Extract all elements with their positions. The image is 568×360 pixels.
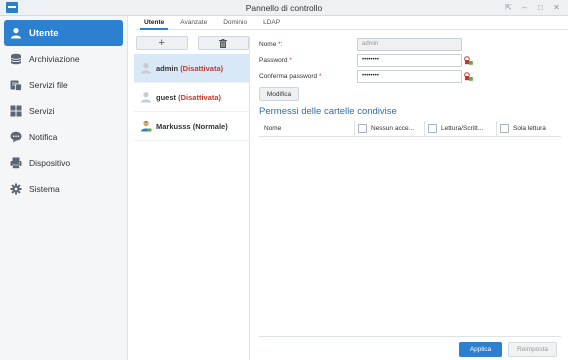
- sidebar-item-dispositivo[interactable]: Dispositivo: [4, 150, 123, 176]
- apply-button[interactable]: Applica: [459, 342, 502, 357]
- user-name: admin: [156, 63, 179, 73]
- col-header-read-write[interactable]: Lettura/Scritt...: [424, 120, 496, 137]
- sidebar-item-archiviazione[interactable]: Archiviazione: [4, 46, 123, 72]
- window-controls: ⇱ – □ ✕: [503, 2, 562, 13]
- permissions-table-header: Nome Nessun acce... Lettura/Scritt... So…: [259, 120, 561, 137]
- col-header-name[interactable]: Nome: [259, 121, 354, 137]
- confirm-password-label: Conferma password *: [259, 72, 322, 80]
- user-icon: [10, 27, 22, 39]
- sidebar-item-label: Sistema: [29, 184, 60, 194]
- delete-user-button[interactable]: [197, 36, 249, 50]
- col-header-no-access[interactable]: Nessun acce...: [354, 120, 424, 137]
- system-icon: [10, 183, 22, 195]
- tab-bar: Utente Avanzate Dominio LDAP: [136, 16, 568, 30]
- no-access-checkbox[interactable]: [358, 124, 367, 133]
- user-status-badge: (Disattivata): [178, 92, 222, 102]
- read-only-checkbox[interactable]: [500, 124, 509, 133]
- sidebar-item-utente[interactable]: Utente: [4, 20, 123, 46]
- sidebar-item-servizi[interactable]: Servizi: [4, 98, 123, 124]
- user-row-guest[interactable]: guest (Disattivata): [134, 83, 249, 112]
- permissions-table: Nome Nessun acce... Lettura/Scritt... So…: [259, 120, 561, 137]
- user-list: admin (Disattivata) guest (Disattivata) …: [134, 54, 249, 141]
- user-name: Markusss: [156, 121, 191, 131]
- device-icon: [10, 157, 22, 169]
- sidebar-item-label: Dispositivo: [29, 158, 71, 168]
- name-row: Nome *: admin: [259, 36, 564, 52]
- trash-icon: [219, 38, 228, 48]
- user-edit-form: Nome *: admin Password * •••••••• Confer…: [259, 36, 564, 117]
- col-header-read-only[interactable]: Sola lettura: [496, 120, 561, 137]
- password-strength-icon: [464, 55, 473, 65]
- user-avatar-icon: [141, 63, 151, 74]
- user-list-pane: + admin (Disattivata) guest (Disattivata…: [134, 36, 250, 360]
- title-bar: Pannello di controllo ⇱ – □ ✕: [0, 0, 568, 16]
- read-write-checkbox[interactable]: [428, 124, 437, 133]
- password-field[interactable]: ••••••••: [357, 53, 462, 67]
- tab-utente[interactable]: Utente: [136, 15, 172, 30]
- tab-ldap[interactable]: LDAP: [255, 15, 288, 29]
- sidebar-item-label: Servizi file: [29, 80, 68, 90]
- user-avatar-icon: [141, 92, 151, 103]
- user-status-badge: (Disattivata): [180, 63, 224, 73]
- user-row-admin[interactable]: admin (Disattivata): [134, 54, 249, 83]
- storage-icon: [10, 53, 22, 65]
- sidebar-item-label: Servizi: [29, 106, 55, 116]
- sidebar-item-notifica[interactable]: Notifica: [4, 124, 123, 150]
- user-status-badge: (Normale): [192, 121, 228, 131]
- pin-icon[interactable]: ⇱: [503, 2, 514, 13]
- sidebar-item-label: Notifica: [29, 132, 58, 142]
- file-services-icon: [10, 79, 22, 91]
- sidebar-item-sistema[interactable]: Sistema: [4, 176, 123, 202]
- user-toolbar: +: [134, 36, 249, 50]
- window-title: Pannello di controllo: [245, 3, 323, 13]
- services-icon: [10, 105, 22, 117]
- tab-dominio[interactable]: Dominio: [215, 15, 255, 29]
- user-avatar-icon: [141, 121, 152, 132]
- sidebar-item-label: Utente: [29, 27, 59, 39]
- footer-divider: [259, 336, 561, 337]
- modify-button[interactable]: Modifica: [259, 87, 299, 101]
- notification-icon: [10, 131, 22, 143]
- sidebar-item-servizi-file[interactable]: Servizi file: [4, 72, 123, 98]
- password-strength-icon: [464, 71, 473, 81]
- confirm-password-row: Conferma password * ••••••••: [259, 68, 564, 84]
- sidebar: Utente Archiviazione Servizi file Serviz…: [0, 16, 128, 360]
- user-row-markusss[interactable]: Markusss (Normale): [134, 112, 249, 141]
- sidebar-item-label: Archiviazione: [29, 54, 80, 64]
- name-field[interactable]: admin: [357, 37, 462, 51]
- plus-icon: +: [158, 37, 165, 49]
- password-label: Password *: [259, 56, 292, 64]
- maximize-icon[interactable]: □: [535, 2, 546, 13]
- tab-avanzate[interactable]: Avanzate: [172, 15, 215, 29]
- user-name: guest: [156, 92, 177, 102]
- password-row: Password * ••••••••: [259, 52, 564, 68]
- add-user-button[interactable]: +: [136, 36, 188, 50]
- minimize-icon[interactable]: –: [519, 2, 530, 13]
- close-icon[interactable]: ✕: [551, 2, 562, 13]
- confirm-password-field[interactable]: ••••••••: [357, 69, 462, 83]
- reset-button[interactable]: Reimposta: [508, 342, 557, 357]
- shared-folder-permissions-title: Permessi delle cartelle condivise: [259, 106, 397, 117]
- name-label: Nome *:: [259, 40, 283, 48]
